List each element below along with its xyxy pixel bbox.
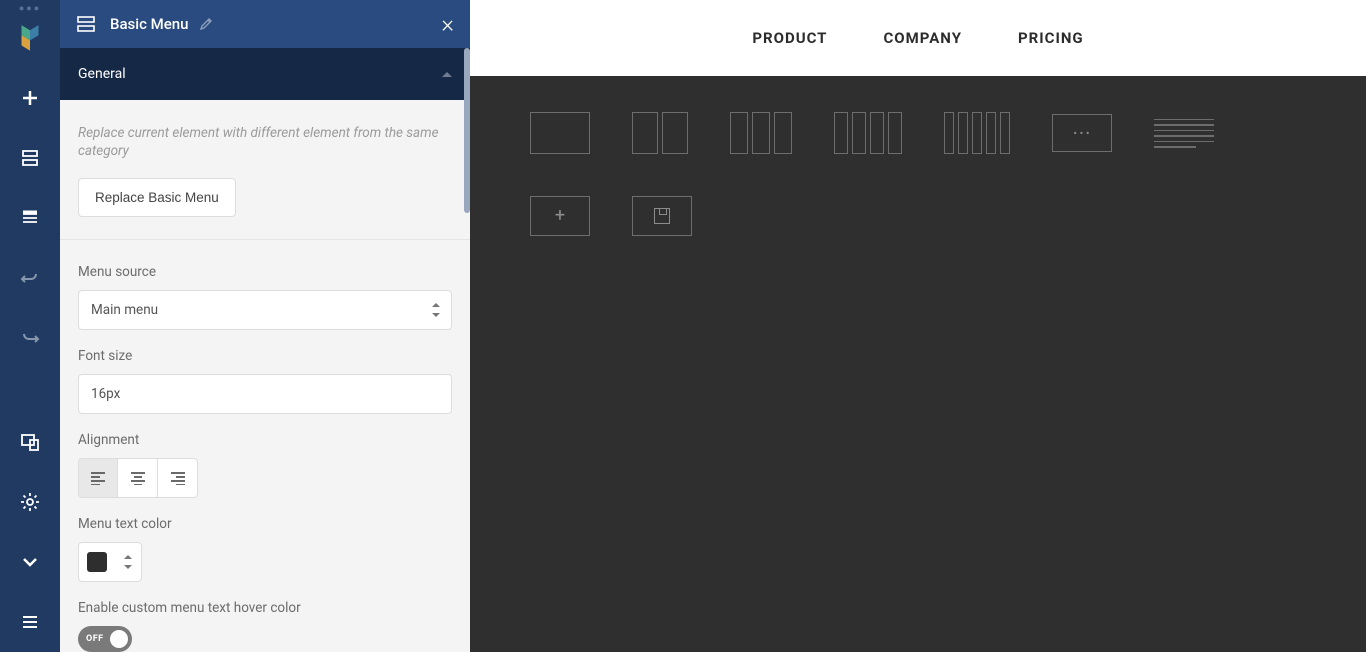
select-arrows-icon: [431, 303, 441, 317]
color-swatch: [87, 552, 107, 572]
layout-block-5col[interactable]: [944, 112, 1010, 154]
text-color-picker[interactable]: [78, 542, 142, 582]
drag-handle-dots[interactable]: ●●●: [19, 0, 41, 12]
basic-menu-icon: [76, 14, 96, 34]
panel-body: Replace current element with different e…: [60, 100, 470, 652]
undo-button[interactable]: [0, 248, 60, 308]
menu-item-company[interactable]: COMPANY: [883, 29, 962, 47]
font-size-label: Font size: [78, 348, 452, 364]
layout-block-1col[interactable]: [530, 112, 590, 154]
responsive-view-button[interactable]: [0, 412, 60, 472]
alignment-label: Alignment: [78, 432, 452, 448]
redo-button[interactable]: [0, 308, 60, 368]
layout-block-4col[interactable]: [834, 112, 902, 154]
left-toolbar: ●●●: [0, 0, 60, 652]
menu-source-value: Main menu: [91, 302, 158, 318]
replace-element-button[interactable]: Replace Basic Menu: [78, 178, 236, 217]
layout-block-2col[interactable]: [632, 112, 688, 154]
hamburger-menu-button[interactable]: [0, 592, 60, 652]
menu-item-pricing[interactable]: PRICING: [1018, 29, 1084, 47]
replace-hint: Replace current element with different e…: [78, 124, 452, 160]
tree-view-button[interactable]: [0, 188, 60, 248]
save-icon: [654, 208, 670, 224]
accordion-general[interactable]: General: [60, 48, 470, 100]
layout-block-more[interactable]: ···: [1052, 114, 1112, 152]
layout-block-text[interactable]: [1154, 119, 1214, 148]
collapse-button[interactable]: [0, 532, 60, 592]
panel-scrollbar[interactable]: [464, 48, 470, 213]
settings-panel: Basic Menu × General Replace current ele…: [60, 0, 470, 652]
layout-blocks-panel: ··· +: [470, 76, 1366, 652]
font-size-input[interactable]: 16px: [78, 374, 452, 414]
font-size-value: 16px: [91, 386, 120, 402]
add-element-button[interactable]: [0, 68, 60, 128]
close-panel-button[interactable]: ×: [441, 10, 454, 38]
text-color-label: Menu text color: [78, 516, 452, 532]
caret-up-icon: [442, 72, 452, 77]
toggle-text: OFF: [86, 634, 104, 644]
accordion-label: General: [78, 66, 126, 82]
alignment-group: [78, 458, 452, 498]
menu-source-label: Menu source: [78, 264, 452, 280]
layout-block-save[interactable]: [632, 196, 692, 236]
preview-menu: PRODUCT COMPANY PRICING: [470, 0, 1366, 76]
app-logo: [13, 20, 47, 54]
templates-button[interactable]: [0, 128, 60, 188]
toggle-knob: [110, 630, 128, 648]
menu-item-product[interactable]: PRODUCT: [752, 29, 827, 47]
align-center-button[interactable]: [118, 458, 158, 498]
canvas-area: PRODUCT COMPANY PRICING ··· +: [470, 0, 1366, 652]
layout-block-add[interactable]: +: [530, 196, 590, 236]
panel-header: Basic Menu ×: [60, 0, 470, 48]
layout-block-3col[interactable]: [730, 112, 792, 154]
align-left-button[interactable]: [78, 458, 118, 498]
settings-button[interactable]: [0, 472, 60, 532]
hover-color-toggle[interactable]: OFF: [78, 626, 132, 652]
menu-source-select[interactable]: Main menu: [78, 290, 452, 330]
select-arrows-icon: [123, 555, 133, 569]
align-right-button[interactable]: [158, 458, 198, 498]
hover-color-label: Enable custom menu text hover color: [78, 600, 452, 616]
panel-title: Basic Menu: [110, 15, 189, 33]
edit-title-icon[interactable]: [199, 17, 213, 31]
